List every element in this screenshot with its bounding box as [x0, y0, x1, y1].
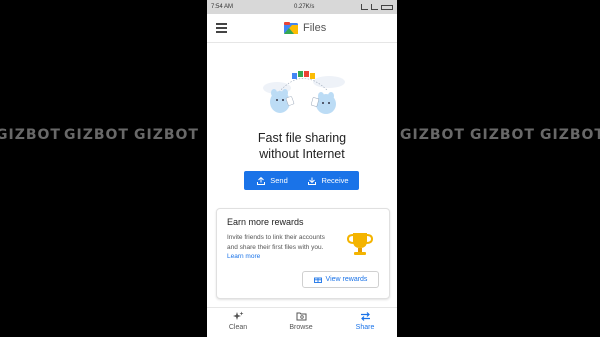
battery-icon — [381, 4, 393, 10]
hero-headline-line2: without Internet — [259, 147, 345, 161]
trophy-icon — [346, 233, 374, 255]
receive-button[interactable]: Receive — [298, 171, 359, 190]
status-bar: 7:54 AM 0.27K/s — [207, 0, 397, 14]
file-sharing-illustration — [263, 71, 345, 114]
watermark: GIZBOT — [540, 127, 600, 143]
nav-item-clean[interactable]: Clean — [213, 311, 263, 331]
bottom-navigation: Clean Browse Share — [207, 307, 397, 337]
watermark: GIZBOT — [0, 127, 61, 143]
app-bar: Files — [207, 14, 397, 43]
nav-item-browse[interactable]: Browse — [276, 311, 326, 331]
files-logo-icon — [284, 22, 298, 34]
watermark: GIZBOT — [134, 127, 199, 143]
view-rewards-button[interactable]: View rewards — [302, 271, 379, 288]
folder-icon — [296, 312, 306, 321]
phone-screen: 7:54 AM 0.27K/s Files Fast file sharing … — [207, 0, 397, 337]
send-button-label: Send — [270, 176, 288, 185]
status-network-speed: 0.27K/s — [294, 4, 315, 10]
learn-more-link[interactable]: Learn more — [227, 253, 260, 260]
nav-item-label: Share — [355, 324, 375, 331]
send-button[interactable]: Send — [244, 171, 301, 190]
download-icon — [308, 177, 317, 185]
swap-arrows-icon — [360, 312, 370, 321]
signal-icon — [371, 4, 378, 10]
signal-icon — [361, 4, 368, 10]
app-title: Files — [303, 22, 327, 34]
hero-headline-line1: Fast file sharing — [257, 131, 347, 145]
watermark: GIZBOT — [400, 127, 465, 143]
status-indicators — [361, 0, 393, 14]
hamburger-menu-icon[interactable] — [216, 23, 227, 33]
nav-item-label: Clean — [228, 324, 248, 331]
upload-icon — [257, 176, 266, 185]
rewards-card: Earn more rewards Invite friends to link… — [216, 208, 390, 299]
watermark: GIZBOT — [470, 127, 535, 143]
rewards-card-title: Earn more rewards — [227, 217, 304, 227]
nav-item-label: Browse — [289, 324, 313, 331]
view-rewards-label: View rewards — [325, 276, 368, 283]
gift-icon — [313, 277, 322, 283]
rewards-card-body-text: Invite friends to link their accounts an… — [227, 234, 325, 251]
watermark: GIZBOT — [64, 127, 129, 143]
rewards-card-body: Invite friends to link their accounts an… — [227, 233, 327, 262]
sparkle-icon — [232, 311, 243, 320]
nav-item-share[interactable]: Share — [340, 311, 390, 331]
status-time: 7:54 AM — [211, 4, 234, 10]
receive-button-label: Receive — [321, 176, 349, 185]
